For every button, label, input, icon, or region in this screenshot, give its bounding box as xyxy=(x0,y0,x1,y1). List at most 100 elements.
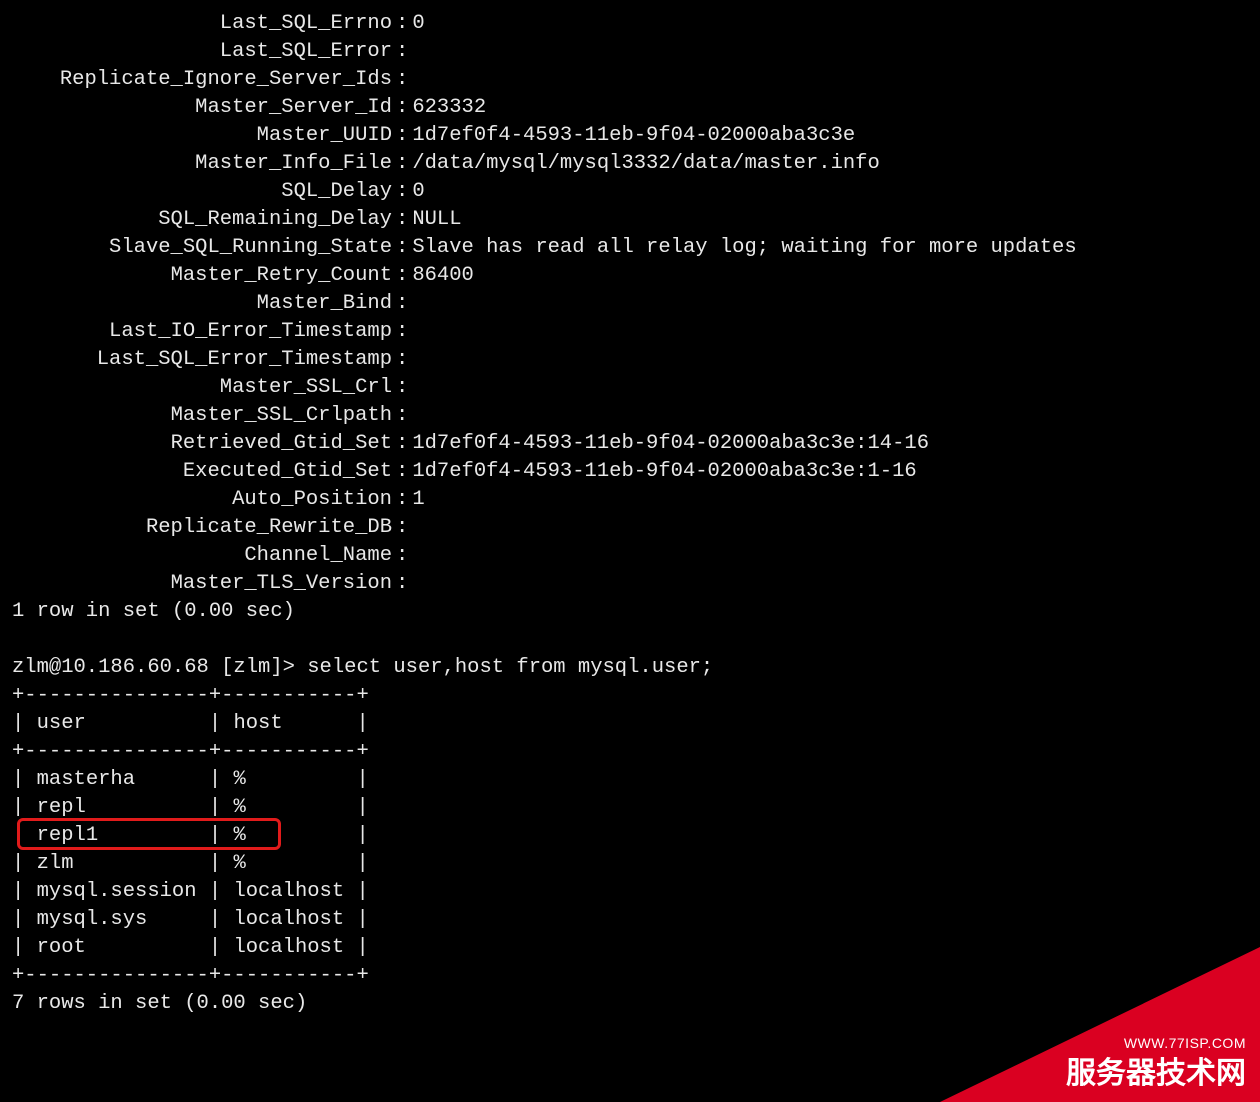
status-label: Replicate_Ignore_Server_Ids xyxy=(12,66,392,94)
table-border: +---------------+-----------+ xyxy=(12,738,1077,766)
status-label: Auto_Position xyxy=(12,486,392,514)
table-row-count: 7 rows in set (0.00 sec) xyxy=(12,990,1077,1018)
status-label: Master_SSL_Crl xyxy=(12,374,392,402)
pipe: | xyxy=(356,712,368,735)
status-label: Master_Bind xyxy=(12,290,392,318)
status-field: Master_UUID:1d7ef0f4-4593-11eb-9f04-0200… xyxy=(12,122,1077,150)
status-value: 86400 xyxy=(412,262,474,290)
pipe: | xyxy=(12,796,37,819)
status-field: Slave_SQL_Running_State:Slave has read a… xyxy=(12,234,1077,262)
status-field: Last_SQL_Errno:0 xyxy=(12,10,1077,38)
watermark-url: WWW.77ISP.COM xyxy=(1066,1035,1246,1053)
cell-user: mysql.sys xyxy=(37,906,209,934)
kv-separator: : xyxy=(392,320,412,343)
table-row: | masterha| %| xyxy=(12,766,1077,794)
status-field: Last_SQL_Error: xyxy=(12,38,1077,66)
status-value: 0 xyxy=(412,10,424,38)
cell-user: repl1 xyxy=(37,822,209,850)
status-row-count: 1 row in set (0.00 sec) xyxy=(12,598,1077,626)
pipe: | xyxy=(356,796,368,819)
pipe: | xyxy=(12,768,37,791)
status-label: Last_IO_Error_Timestamp xyxy=(12,318,392,346)
kv-separator: : xyxy=(392,208,412,231)
status-field: Master_Info_File:/data/mysql/mysql3332/d… xyxy=(12,150,1077,178)
kv-separator: : xyxy=(392,124,412,147)
pipe: | xyxy=(356,936,368,959)
status-field: Replicate_Rewrite_DB: xyxy=(12,514,1077,542)
cell-user: repl xyxy=(37,794,209,822)
status-value: /data/mysql/mysql3332/data/master.info xyxy=(412,150,879,178)
kv-separator: : xyxy=(392,236,412,259)
pipe: | xyxy=(356,768,368,791)
pipe: | xyxy=(12,852,37,875)
status-label: SQL_Remaining_Delay xyxy=(12,206,392,234)
table-border: +---------------+-----------+ xyxy=(12,682,1077,710)
kv-separator: : xyxy=(392,96,412,119)
col-user-header: user xyxy=(37,710,209,738)
cell-user: masterha xyxy=(37,766,209,794)
table-border: +---------------+-----------+ xyxy=(12,962,1077,990)
status-value: 0 xyxy=(412,178,424,206)
pipe: | xyxy=(209,712,234,735)
kv-separator: : xyxy=(392,488,412,511)
status-label: Master_TLS_Version xyxy=(12,570,392,598)
table-row: | repl| %| xyxy=(12,794,1077,822)
status-value: NULL xyxy=(412,206,461,234)
watermark-site: 服务器技术网 xyxy=(1066,1055,1246,1093)
status-field: Master_Retry_Count:86400 xyxy=(12,262,1077,290)
status-label: Channel_Name xyxy=(12,542,392,570)
status-value: 1d7ef0f4-4593-11eb-9f04-02000aba3c3e:14-… xyxy=(412,430,929,458)
status-label: Master_Retry_Count xyxy=(12,262,392,290)
status-label: Executed_Gtid_Set xyxy=(12,458,392,486)
kv-separator: : xyxy=(392,264,412,287)
table-row: | zlm| %| xyxy=(12,850,1077,878)
pipe: | xyxy=(12,880,37,903)
kv-separator: : xyxy=(392,572,412,595)
prompt-line[interactable]: zlm@10.186.60.68 [zlm]> select user,host… xyxy=(12,654,1077,682)
blank-line xyxy=(12,626,1077,654)
table-row: | mysql.session| localhost| xyxy=(12,878,1077,906)
kv-separator: : xyxy=(392,432,412,455)
status-label: Last_SQL_Error xyxy=(12,38,392,66)
pipe: | xyxy=(356,908,368,931)
status-value: Slave has read all relay log; waiting fo… xyxy=(412,234,1076,262)
terminal-output[interactable]: Last_SQL_Errno:0Last_SQL_Error:Replicate… xyxy=(12,10,1077,1018)
status-field: SQL_Remaining_Delay:NULL xyxy=(12,206,1077,234)
status-field: Master_Bind: xyxy=(12,290,1077,318)
col-host-header: host xyxy=(233,710,356,738)
status-value: 623332 xyxy=(412,94,486,122)
status-label: Master_Server_Id xyxy=(12,94,392,122)
sql-command: select user,host from mysql.user; xyxy=(295,656,713,679)
cell-host: localhost xyxy=(233,934,356,962)
cell-host: % xyxy=(233,822,356,850)
cell-host: % xyxy=(233,794,356,822)
status-field: Master_SSL_Crl: xyxy=(12,374,1077,402)
table-row: | mysql.sys| localhost| xyxy=(12,906,1077,934)
status-label: Master_UUID xyxy=(12,122,392,150)
status-value: 1d7ef0f4-4593-11eb-9f04-02000aba3c3e:1-1… xyxy=(412,458,916,486)
kv-separator: : xyxy=(392,12,412,35)
pipe: | xyxy=(209,852,234,875)
cell-host: localhost xyxy=(233,878,356,906)
table-row: | root| localhost| xyxy=(12,934,1077,962)
status-field: SQL_Delay:0 xyxy=(12,178,1077,206)
kv-separator: : xyxy=(392,460,412,483)
cell-user: root xyxy=(37,934,209,962)
table-row: | repl1| %| xyxy=(12,822,1077,850)
pipe: | xyxy=(356,852,368,875)
status-label: Master_Info_File xyxy=(12,150,392,178)
cell-user: zlm xyxy=(37,850,209,878)
kv-separator: : xyxy=(392,68,412,91)
kv-separator: : xyxy=(392,40,412,63)
pipe: | xyxy=(209,768,234,791)
pipe: | xyxy=(356,824,368,847)
status-value: 1d7ef0f4-4593-11eb-9f04-02000aba3c3e xyxy=(412,122,855,150)
status-field: Channel_Name: xyxy=(12,542,1077,570)
pipe: | xyxy=(12,908,37,931)
cell-host: localhost xyxy=(233,906,356,934)
pipe: | xyxy=(209,824,234,847)
status-field: Replicate_Ignore_Server_Ids: xyxy=(12,66,1077,94)
cell-host: % xyxy=(233,766,356,794)
status-label: Replicate_Rewrite_DB xyxy=(12,514,392,542)
status-label: SQL_Delay xyxy=(12,178,392,206)
